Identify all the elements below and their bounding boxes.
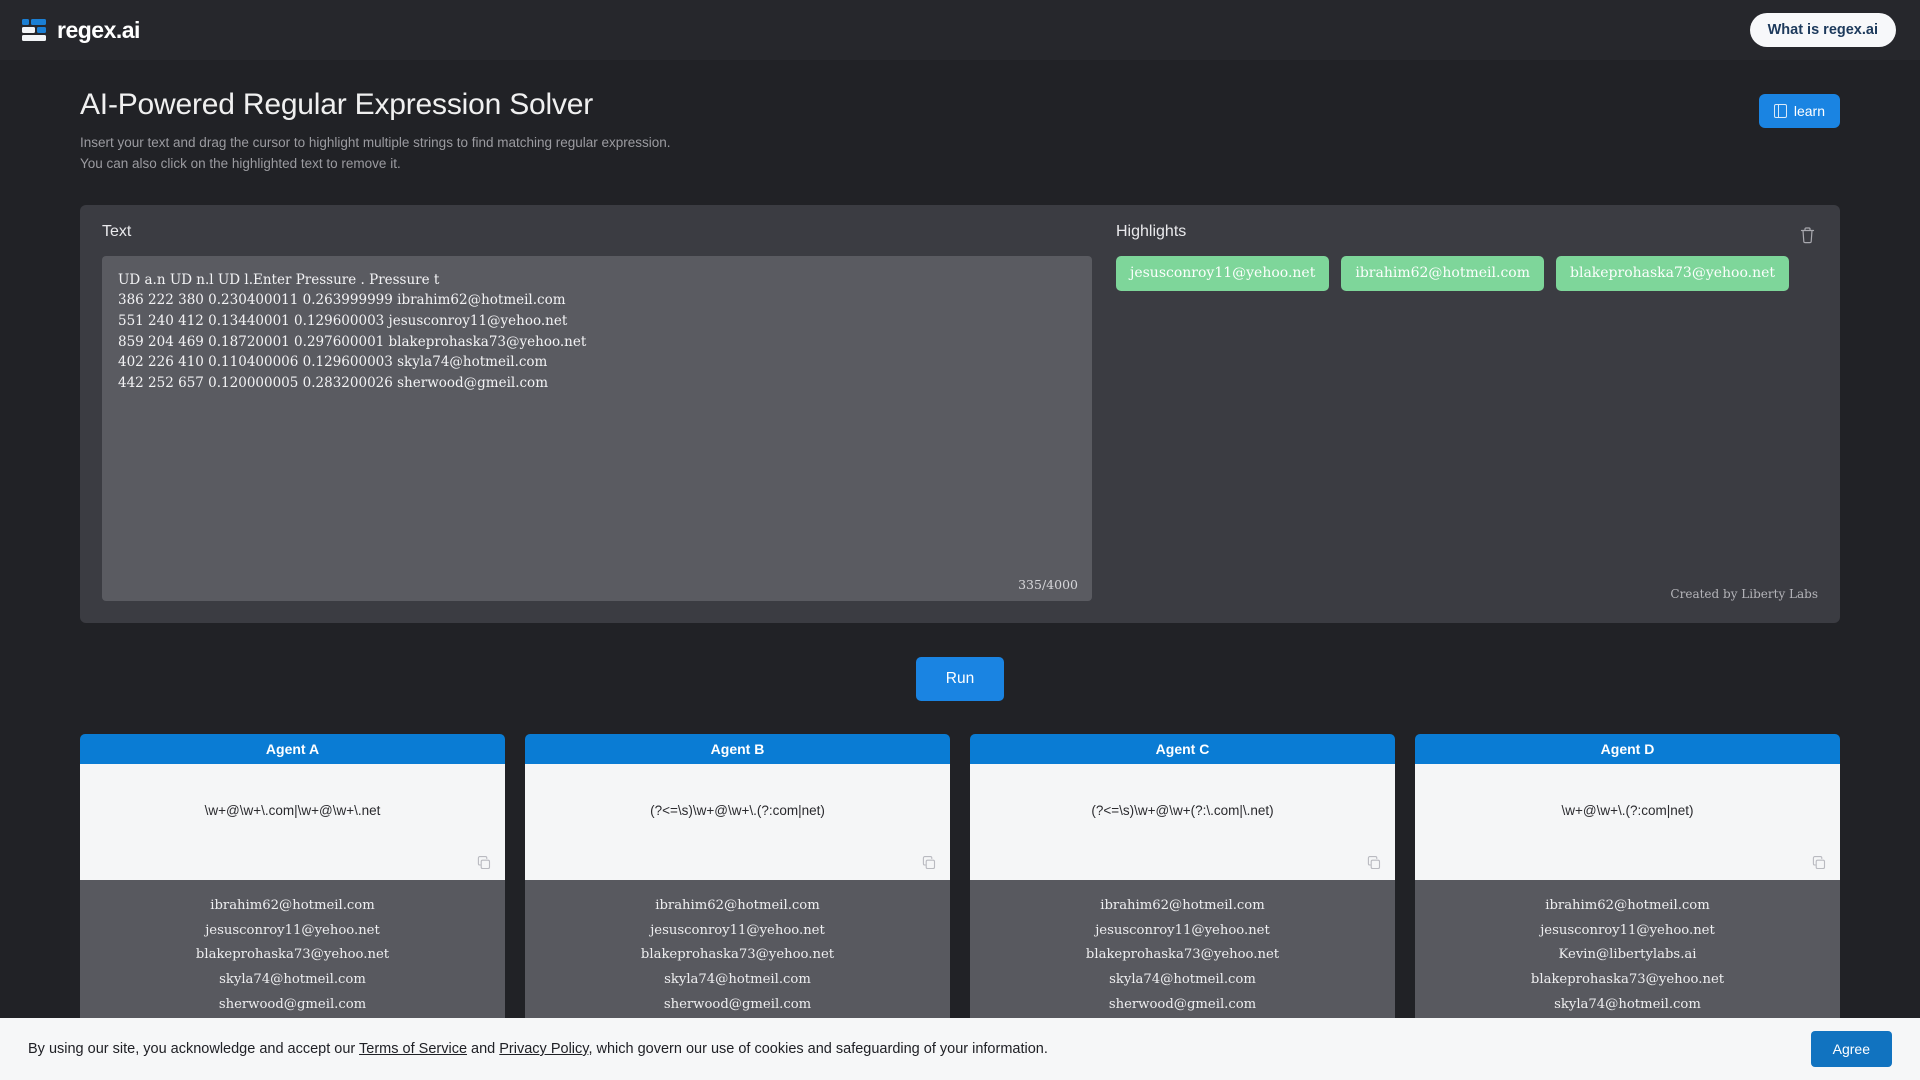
credit-text: Created by Liberty Labs (1670, 586, 1818, 601)
agent-result-item: skyla74@hotmeil.com (219, 972, 366, 988)
agent-result-item: jesusconroy11@yehoo.net (205, 922, 380, 938)
editor-panel: Text UD a.n UD n.l UD l.Enter Pressure .… (80, 204, 1840, 623)
copy-icon (477, 855, 491, 869)
agent-results-list: ibrahim62@hotmeil.com jesusconroy11@yehoo… (525, 879, 950, 1034)
agent-result-item: skyla74@hotmeil.com (1109, 972, 1256, 988)
privacy-policy-link[interactable]: Privacy Policy (499, 1041, 588, 1057)
highlight-chip[interactable]: jesusconroy11@yehoo.net (1116, 255, 1330, 291)
cookie-text-before: By using our site, you acknowledge and a… (28, 1041, 360, 1057)
brand-logo[interactable]: regex.ai (22, 17, 140, 44)
agent-card-title: Agent A (80, 733, 505, 764)
cookie-text-after: , which govern our use of cookies and sa… (588, 1041, 1048, 1057)
agent-regex-box: (?<=\s)\w+@\w+\.(?:com|net) (525, 763, 950, 880)
copy-icon (1367, 855, 1381, 869)
agent-result-item: jesusconroy11@yehoo.net (650, 922, 825, 938)
highlight-chip[interactable]: ibrahim62@hotmeil.com (1341, 255, 1544, 291)
regex-ai-logo-icon (22, 17, 48, 43)
agent-regex-box: \w+@\w+\.(?:com|net) (1415, 763, 1840, 880)
copy-regex-button[interactable] (1366, 855, 1382, 871)
agent-regex-value: (?<=\s)\w+@\w+\.(?:com|net) (650, 803, 825, 819)
agent-results-list: ibrahim62@hotmeil.com jesusconroy11@yehoo… (80, 879, 505, 1034)
highlights-label: Highlights (1116, 222, 1187, 240)
agent-result-item: jesusconroy11@yehoo.net (1540, 922, 1715, 938)
text-label: Text (102, 222, 132, 240)
agent-result-item: blakeprohaska73@yehoo.net (195, 947, 390, 963)
copy-icon (922, 855, 936, 869)
learn-button[interactable]: learn (1758, 94, 1840, 128)
page-subtitle: Insert your text and drag the cursor to … (80, 135, 671, 171)
terms-of-service-link[interactable]: Terms of Service (359, 1041, 467, 1057)
cookie-message: By using our site, you acknowledge and a… (28, 1041, 1048, 1057)
copy-regex-button[interactable] (921, 855, 937, 871)
agent-regex-box: \w+@\w+\.com|\w+@\w+\.net (80, 763, 505, 880)
copy-regex-button[interactable] (1811, 855, 1827, 871)
run-button[interactable]: Run (916, 656, 1004, 701)
agree-button[interactable]: Agree (1810, 1031, 1892, 1067)
copy-regex-button[interactable] (476, 855, 492, 871)
agent-result-item: ibrahim62@hotmeil.com (655, 897, 820, 913)
top-navbar: regex.ai What is regex.ai (0, 0, 1920, 60)
text-input-area[interactable]: UD a.n UD n.l UD l.Enter Pressure . Pres… (102, 255, 1092, 601)
agent-result-item: Kevin@libertylabs.ai (1558, 947, 1697, 963)
highlight-chip-list: jesusconroy11@yehoo.net ibrahim62@hotmeil… (1116, 255, 1818, 587)
agent-regex-value: \w+@\w+\.(?:com|net) (1561, 803, 1694, 819)
agent-result-item: sherwood@gmeil.com (1108, 997, 1257, 1013)
agent-regex-value: \w+@\w+\.com|\w+@\w+\.net (204, 803, 381, 819)
agent-result-item: blakeprohaska73@yehoo.net (1085, 947, 1280, 963)
brand-name: regex.ai (57, 16, 140, 43)
agent-regex-box: (?<=\s)\w+@\w+(?:\.com|\.net) (970, 763, 1395, 880)
highlight-chip[interactable]: blakeprohaska73@yehoo.net (1556, 255, 1790, 291)
hero-text-block: AI-Powered Regular Expression Solver Ins… (80, 88, 671, 175)
agent-result-item: blakeprohaska73@yehoo.net (1530, 972, 1725, 988)
agent-card: Agent B (?<=\s)\w+@\w+\.(?:com|net) ibrahi… (525, 733, 950, 1034)
learn-button-label: learn (1793, 103, 1825, 119)
cookie-consent-banner: By using our site, you acknowledge and a… (0, 1018, 1920, 1080)
agent-result-item: skyla74@hotmeil.com (664, 972, 811, 988)
agent-results-list: ibrahim62@hotmeil.com jesusconroy11@yehoo… (970, 879, 1395, 1034)
clear-highlights-button[interactable] (1796, 224, 1818, 246)
agent-result-item: sherwood@gmeil.com (218, 997, 367, 1013)
agent-card-title: Agent D (1415, 733, 1840, 764)
agent-result-item: blakeprohaska73@yehoo.net (640, 947, 835, 963)
agent-card-list: Agent A \w+@\w+\.com|\w+@\w+\.net ibrahim6… (80, 733, 1840, 1034)
cookie-text-middle: and (467, 1041, 500, 1057)
agent-card: Agent C (?<=\s)\w+@\w+(?:\.com|\.net) ibra… (970, 733, 1395, 1034)
agent-result-item: ibrahim62@hotmeil.com (1100, 897, 1265, 913)
agent-result-item: ibrahim62@hotmeil.com (1545, 897, 1710, 913)
run-button-wrapper: Run (0, 656, 1920, 701)
trash-icon (1800, 227, 1814, 244)
agent-result-item: ibrahim62@hotmeil.com (210, 897, 375, 913)
agent-card: Agent A \w+@\w+\.com|\w+@\w+\.net ibrahim6… (80, 733, 505, 1034)
agent-result-item: jesusconroy11@yehoo.net (1095, 922, 1270, 938)
hero-section: AI-Powered Regular Expression Solver Ins… (0, 60, 1920, 175)
highlights-column: Highlights jesusconroy11@yehoo.net ibrahi… (1116, 223, 1818, 601)
text-input-value: UD a.n UD n.l UD l.Enter Pressure . Pres… (118, 271, 587, 392)
copy-icon (1812, 855, 1826, 869)
agent-regex-value: (?<=\s)\w+@\w+(?:\.com|\.net) (1091, 803, 1274, 819)
highlights-header: Highlights (1116, 223, 1818, 256)
agent-results-list: ibrahim62@hotmeil.com jesusconroy11@yehoo… (1415, 879, 1840, 1034)
what-is-regex-ai-button[interactable]: What is regex.ai (1749, 13, 1896, 47)
agent-card: Agent D \w+@\w+\.(?:com|net) ibrahim62@hot… (1415, 733, 1840, 1034)
page-title: AI-Powered Regular Expression Solver (80, 88, 594, 121)
agent-result-item: sherwood@gmeil.com (663, 997, 812, 1013)
agent-card-title: Agent C (970, 733, 1395, 764)
agent-result-item: skyla74@hotmeil.com (1554, 997, 1701, 1013)
character-counter: 335/4000 (1018, 576, 1078, 592)
agent-card-title: Agent B (525, 733, 950, 764)
book-icon (1773, 104, 1787, 118)
text-column: Text UD a.n UD n.l UD l.Enter Pressure .… (102, 223, 1092, 601)
